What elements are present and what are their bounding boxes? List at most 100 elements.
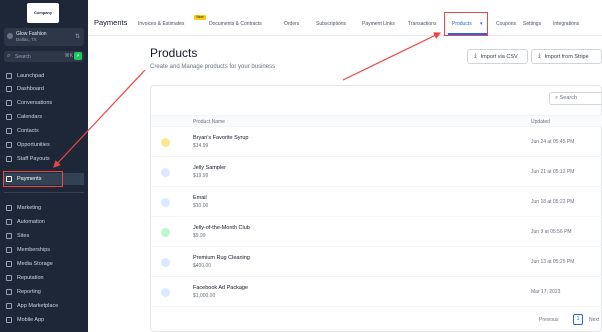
payments-highlight-box <box>3 171 63 187</box>
product-price: $9.99 <box>193 233 206 239</box>
sidebar: Company Glow Fashion Dallas, TX ⇅ ⌕ Sear… <box>0 0 88 332</box>
sidebar-item-contacts[interactable]: Contacts <box>4 125 84 137</box>
shortcut-hint: ⌘K <box>64 53 73 59</box>
funnel-icon <box>6 142 12 148</box>
product-name[interactable]: Jelly-of-the-Month Club <box>193 225 250 231</box>
product-placeholder-icon <box>161 288 170 297</box>
page-subtitle: Create and Manage products for your busi… <box>150 64 276 70</box>
sidebar-item-conversations[interactable]: Conversations <box>4 97 84 109</box>
product-placeholder-icon <box>161 168 170 177</box>
sidebar-search[interactable]: ⌕ Search ⌘K ⚡ <box>4 51 84 62</box>
table-search-input[interactable]: ⌕ Search <box>549 92 602 105</box>
sidebar-item-reputation[interactable]: Reputation <box>4 272 84 284</box>
chart-icon <box>6 289 12 295</box>
column-updated[interactable]: Updated <box>531 119 550 125</box>
globe-icon <box>6 233 12 239</box>
sidebar-item-launchpad[interactable]: Launchpad <box>4 70 84 82</box>
location-icon <box>7 33 13 39</box>
download-icon: ⤓ <box>538 53 541 59</box>
product-name[interactable]: Facebook Ad Package <box>193 285 248 291</box>
table-header: Product Name Updated <box>151 115 602 127</box>
search-icon: ⌕ <box>7 53 11 59</box>
product-price: $14.99 <box>193 143 209 149</box>
sidebar-item-media-storage[interactable]: Media Storage <box>4 258 84 270</box>
sidebar-item-app-marketplace[interactable]: App Marketplace <box>4 300 84 312</box>
calendar-icon <box>6 114 12 120</box>
tab-coupons[interactable]: Coupons <box>496 21 516 27</box>
contacts-icon <box>6 128 12 134</box>
product-name[interactable]: Jelly Sampler <box>193 165 226 171</box>
product-thumbnail <box>161 138 170 147</box>
folder-icon <box>6 261 12 267</box>
product-price: $1,000.00 <box>193 293 216 299</box>
tab-transactions[interactable]: Transactions <box>408 21 436 27</box>
sidebar-item-sites[interactable]: Sites <box>4 230 84 242</box>
pagination-next[interactable]: Next <box>589 317 599 323</box>
automation-icon <box>6 219 12 225</box>
membership-icon <box>6 247 12 253</box>
product-updated: Jun 24 at 05:45 PM <box>531 139 575 145</box>
table-row[interactable]: Facebook Ad Package $1,000.00 Mar 17, 20… <box>151 278 602 307</box>
dashboard-icon <box>6 86 12 92</box>
lightning-icon[interactable]: ⚡ <box>74 52 82 60</box>
page-title: Products <box>150 46 198 60</box>
table-row[interactable]: Jelly Sampler $19.99 Jun 21 at 05:13 PM <box>151 158 602 187</box>
product-name[interactable]: Bryan's Favorite Syrup <box>193 135 248 141</box>
sidebar-item-memberships[interactable]: Memberships <box>4 244 84 256</box>
page-section-title: Payments <box>94 18 128 27</box>
table-row[interactable]: Jelly-of-the-Month Club $9.99 Jun 9 at 0… <box>151 218 602 247</box>
sidebar-item-mobile-app[interactable]: Mobile App <box>4 314 84 326</box>
account-switcher[interactable]: Glow Fashion Dallas, TX ⇅ <box>4 28 84 46</box>
import-stripe-button[interactable]: ⤓ Import from Stripe <box>531 49 602 64</box>
tab-integrations[interactable]: Integrations <box>553 21 579 27</box>
payout-icon <box>6 156 12 162</box>
sidebar-divider <box>4 192 84 193</box>
product-updated: Jun 21 at 05:13 PM <box>531 169 575 175</box>
phone-icon <box>6 317 12 323</box>
swap-icon: ⇅ <box>74 34 80 40</box>
products-tab-highlight-box <box>444 12 488 36</box>
sidebar-item-reporting[interactable]: Reporting <box>4 286 84 298</box>
download-icon: ⤓ <box>474 53 477 59</box>
new-badge: New <box>194 15 206 20</box>
sidebar-item-opportunities[interactable]: Opportunities <box>4 139 84 151</box>
product-price: $400.00 <box>193 263 212 269</box>
tab-invoices-estimates[interactable]: Invoices & Estimates <box>138 21 184 27</box>
product-updated: Jun 13 at 05:25 PM <box>531 259 575 265</box>
product-thumbnail <box>161 228 170 237</box>
company-logo: Company <box>27 3 59 23</box>
grid-icon <box>6 303 12 309</box>
sidebar-item-automation[interactable]: Automation <box>4 216 84 228</box>
sidebar-item-dashboard[interactable]: Dashboard <box>4 83 84 95</box>
sidebar-item-marketing[interactable]: Marketing <box>4 202 84 214</box>
product-name[interactable]: Premium Rug Cleaning <box>193 255 250 261</box>
pagination-current-page[interactable]: 1 <box>573 314 583 325</box>
tab-orders[interactable]: Orders <box>284 21 299 27</box>
product-price: $19.99 <box>193 173 209 179</box>
table-row[interactable]: Bryan's Favorite Syrup $14.99 Jun 24 at … <box>151 128 602 157</box>
column-product-name[interactable]: Product Name <box>193 119 225 125</box>
megaphone-icon <box>6 205 12 211</box>
sidebar-search-placeholder: Search <box>15 54 31 60</box>
payments-top-nav: Payments Invoices & Estimates New Docume… <box>88 12 602 36</box>
rocket-icon <box>6 73 12 79</box>
sidebar-item-staff-payouts[interactable]: Staff Payouts <box>4 153 84 165</box>
tab-subscriptions[interactable]: Subscriptions <box>316 21 346 27</box>
tab-documents-contracts[interactable]: Documents & Contracts <box>209 21 262 27</box>
pagination-previous[interactable]: Previous <box>539 317 558 323</box>
import-csv-button[interactable]: ⤓ Import via CSV <box>467 49 528 64</box>
account-location: Dallas, TX <box>16 37 37 42</box>
product-price: $10.00 <box>193 203 209 209</box>
table-row[interactable]: Premium Rug Cleaning $400.00 Jun 13 at 0… <box>151 248 602 277</box>
products-table-card: ⌕ Search Product Name Updated Bryan's Fa… <box>150 85 602 332</box>
table-row[interactable]: Email $10.00 Jun 18 at 05:22 PM <box>151 188 602 217</box>
product-placeholder-icon <box>161 258 170 267</box>
sidebar-item-calendars[interactable]: Calendars <box>4 111 84 123</box>
product-updated: Jun 18 at 05:22 PM <box>531 199 575 205</box>
tab-payment-links[interactable]: Payment Links <box>362 21 395 27</box>
product-updated: Jun 9 at 05:56 PM <box>531 229 572 235</box>
arrow-to-products-tab <box>342 32 442 81</box>
product-updated: Mar 17, 2023 <box>531 289 561 295</box>
product-name[interactable]: Email <box>193 195 207 201</box>
tab-settings[interactable]: Settings <box>523 21 541 27</box>
